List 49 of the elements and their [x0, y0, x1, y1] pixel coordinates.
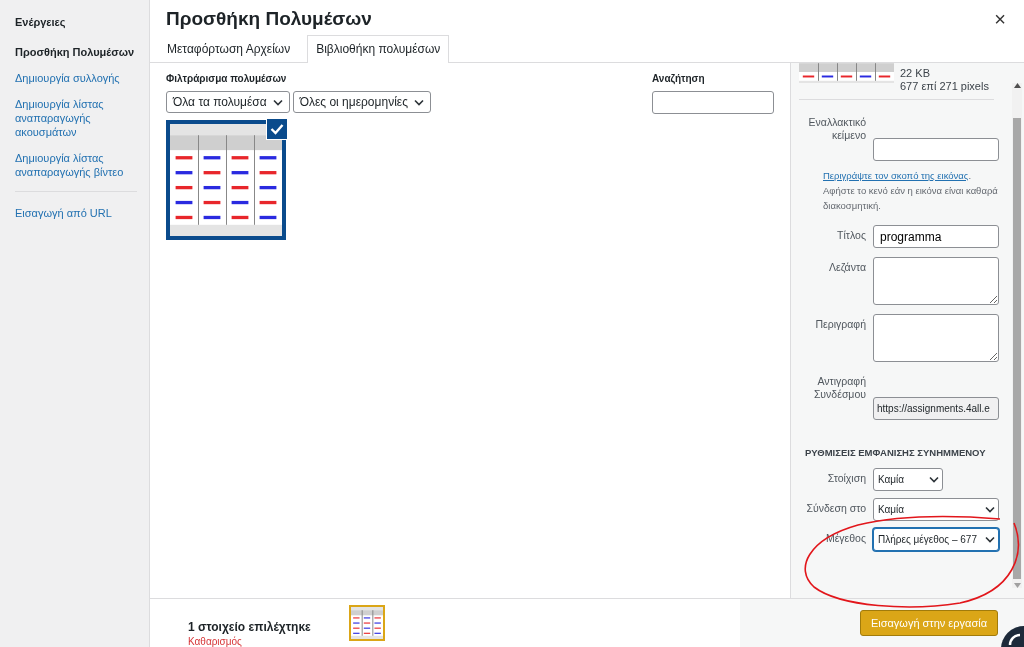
text-field[interactable]: programma	[873, 225, 999, 248]
field-label: Σύνδεση στο	[805, 501, 866, 516]
scrollbar[interactable]	[1012, 83, 1022, 588]
field-label: Εναλλακτικό κείμενο	[807, 115, 866, 142]
sidebar-link[interactable]: Εισαγωγή από URL	[15, 205, 149, 220]
filter-select[interactable]: Όλα τα πολυμέσα	[166, 91, 290, 113]
field-label: Μέγεθος	[824, 531, 866, 546]
caret-icon	[929, 476, 939, 484]
filter-label: Φιλτράρισμα πολυμέσων	[166, 72, 288, 86]
file-size: 22 KB	[900, 67, 931, 80]
help-text: Περιγράψτε τον σκοπό της εικόνας. Αφήστε το κενό εάν η εικόνα είναι καθαρά διακοσμητική.	[823, 169, 999, 213]
sidebar-link[interactable]: Προσθήκη Πολυμέσων	[15, 44, 149, 59]
modal-title: Προσθήκη Πολυμέσων	[166, 7, 372, 31]
text-field[interactable]	[873, 138, 999, 161]
search-label: Αναζήτηση	[652, 72, 706, 86]
scroll-down-icon[interactable]	[1013, 583, 1021, 588]
round-icon[interactable]	[1000, 625, 1024, 647]
text-area[interactable]	[873, 314, 999, 362]
selected-thumbnail[interactable]	[348, 605, 385, 641]
caret-icon	[272, 98, 283, 106]
filter-select[interactable]: Όλες οι ημερομηνίες	[292, 91, 431, 113]
sidebar-heading: Ενέργειες	[15, 15, 67, 30]
selection-count: 1 στοιχείο επιλέχτηκε	[188, 618, 311, 636]
caret-icon	[985, 506, 995, 514]
tab[interactable]: Βιβλιοθήκη πολυμέσων	[307, 35, 450, 63]
scrollbar-thumb[interactable]	[1013, 118, 1021, 579]
section-heading: ΡΥΘΜΙΣΕΙΣ ΕΜΦΑΝΙΣΗΣ ΣΥΝΗΜΜΕΝΟΥ	[805, 446, 987, 460]
checkmark-icon[interactable]	[266, 118, 288, 140]
text-area[interactable]	[873, 257, 999, 305]
sidebar-link[interactable]: Δημιουργία λίστας αναπαραγωγής ακουσμάτων	[15, 96, 149, 139]
field-label: Τίτλος	[836, 228, 866, 242]
sidebar-link[interactable]: Δημιουργία λίστας αναπαραγωγής βίντεο	[15, 150, 149, 179]
field-label: Λεζάντα	[828, 260, 866, 274]
clear-link[interactable]: Καθαρισμός	[188, 635, 311, 647]
field-label: Αντιγραφή Συνδέσμου	[812, 374, 866, 401]
caret-icon	[985, 536, 995, 544]
select-field[interactable]: Καμία	[873, 498, 999, 522]
select-field[interactable]: Καμία	[873, 468, 943, 492]
url-field[interactable]: https://assignments.4all.e	[873, 397, 999, 420]
caret-icon	[413, 98, 424, 106]
search-field[interactable]	[652, 91, 774, 114]
field-label: Περιγραφή	[814, 317, 866, 331]
select-field[interactable]: Πλήρες μέγεθος – 677	[873, 528, 999, 552]
scroll-up-icon[interactable]	[1013, 83, 1021, 88]
sidebar-link[interactable]: Δημιουργία συλλογής	[15, 70, 149, 85]
close-button[interactable]: ×	[992, 9, 1008, 29]
image-dimensions: 677 επί 271 pixels	[900, 80, 989, 93]
field-label: Στοίχιση	[826, 471, 866, 486]
tab[interactable]: Μεταφόρτωση Αρχείων	[158, 35, 300, 63]
